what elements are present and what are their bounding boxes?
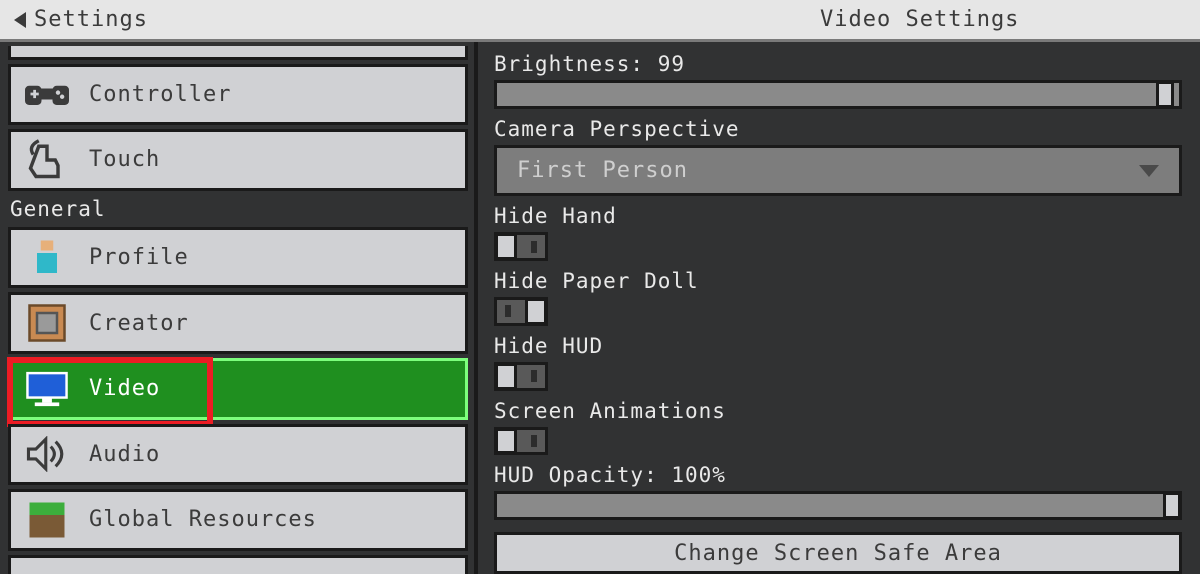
sidebar-item-label: Touch <box>89 147 160 172</box>
screen-animations-toggle[interactable] <box>494 427 548 456</box>
sidebar-section-general: General <box>8 195 468 223</box>
hide-paper-doll-label: Hide Paper Doll <box>494 269 1182 293</box>
sidebar-item-video[interactable]: Video <box>8 358 468 420</box>
sidebar-item-label: Controller <box>89 82 231 107</box>
brightness-label: Brightness: 99 <box>494 52 1182 76</box>
chevron-left-icon <box>14 12 26 28</box>
sidebar-item-label: Video <box>89 376 160 401</box>
sidebar-item-partial-top[interactable] <box>8 46 468 60</box>
sidebar-item-controller[interactable]: Controller <box>8 64 468 126</box>
hud-opacity-label: HUD Opacity: 100% <box>494 463 1182 487</box>
page-title: Video Settings <box>820 7 1019 32</box>
dropdown-value: First Person <box>517 158 688 183</box>
profile-icon <box>25 236 69 280</box>
camera-perspective-dropdown[interactable]: First Person <box>494 145 1182 197</box>
sidebar-item-label: Audio <box>89 442 160 467</box>
sidebar-item-audio[interactable]: Audio <box>8 424 468 486</box>
screen-animations-label: Screen Animations <box>494 399 1182 423</box>
toggle-knob <box>495 428 517 455</box>
sidebar-item-touch[interactable]: Touch <box>8 129 468 191</box>
camera-perspective-label: Camera Perspective <box>494 117 1182 141</box>
hide-hand-label: Hide Hand <box>494 204 1182 228</box>
touch-icon <box>25 138 69 182</box>
sidebar-item-label: Creator <box>89 311 189 336</box>
hide-hud-label: Hide HUD <box>494 334 1182 358</box>
sidebar-item-profile[interactable]: Profile <box>8 227 468 289</box>
settings-sidebar: Controller Touch General Profile <box>0 42 478 574</box>
button-label: Change Screen Safe Area <box>674 541 1002 566</box>
toggle-track-mark <box>531 241 537 253</box>
sidebar-item-creator[interactable]: Creator <box>8 292 468 354</box>
toggle-knob <box>525 298 547 325</box>
sidebar-item-global-resources[interactable]: Global Resources <box>8 489 468 551</box>
slider-thumb[interactable] <box>1156 81 1174 108</box>
sidebar-item-label: Global Resources <box>89 507 317 532</box>
back-label: Settings <box>34 7 148 32</box>
toggle-knob <box>495 233 517 260</box>
hud-opacity-slider[interactable] <box>494 491 1182 520</box>
toggle-track-mark <box>505 305 511 317</box>
hide-hand-toggle[interactable] <box>494 232 548 261</box>
toggle-track-mark <box>531 435 537 447</box>
controller-icon <box>25 72 69 116</box>
change-screen-safe-area-button[interactable]: Change Screen Safe Area <box>494 532 1182 574</box>
toggle-knob <box>495 363 517 390</box>
chevron-down-icon <box>1139 165 1159 177</box>
sidebar-item-label: Profile <box>89 245 189 270</box>
grass-block-icon <box>25 498 69 542</box>
toggle-track-mark <box>531 370 537 382</box>
hide-paper-doll-toggle[interactable] <box>494 297 548 326</box>
brightness-slider[interactable] <box>494 80 1182 109</box>
header-bar: Settings Video Settings <box>0 0 1200 42</box>
command-block-icon <box>25 301 69 345</box>
speaker-icon <box>25 432 69 476</box>
back-button[interactable]: Settings <box>0 0 162 39</box>
hide-hud-toggle[interactable] <box>494 362 548 391</box>
video-settings-pane: Brightness: 99 Camera Perspective First … <box>478 42 1200 574</box>
slider-thumb[interactable] <box>1163 492 1181 519</box>
sidebar-item-partial-bottom[interactable] <box>8 555 468 574</box>
monitor-icon <box>25 367 69 411</box>
